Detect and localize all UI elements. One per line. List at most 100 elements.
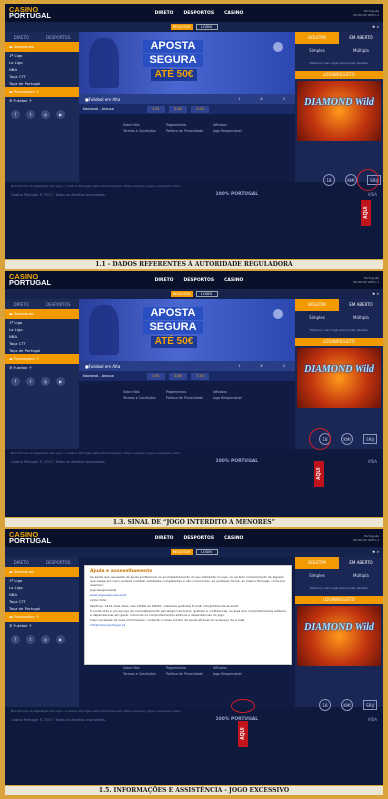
instagram-icon[interactable]: ◎: [41, 635, 50, 644]
sidebar-item-highlights[interactable]: ▬ Destaques: [5, 567, 79, 577]
odd-button[interactable]: 3.50: [191, 372, 209, 380]
search-icon[interactable]: ⌕: [377, 24, 379, 29]
odd-button[interactable]: 2.80: [169, 105, 187, 113]
tab-em-aberto[interactable]: EM ABERTO: [339, 299, 383, 311]
sidebar-item[interactable]: NBA: [5, 591, 79, 598]
sidebar-item-highlights[interactable]: ▬ Destaques: [5, 309, 79, 319]
youtube-icon[interactable]: ▶: [56, 110, 65, 119]
youtube-icon[interactable]: ▶: [56, 635, 65, 644]
age-18-icon[interactable]: 18: [319, 699, 331, 711]
star-icon[interactable]: ★: [372, 549, 376, 554]
tab-em-aberto[interactable]: EM ABERTO: [339, 557, 383, 569]
sidebar-item-promotions[interactable]: ▬ Promoções ＋: [5, 612, 79, 622]
twitter-icon[interactable]: t: [26, 377, 35, 386]
logo[interactable]: CASINO PORTUGAL: [9, 273, 51, 287]
nav-direto[interactable]: DIRETO: [155, 11, 174, 16]
tab-direto[interactable]: DIRETO: [14, 302, 29, 307]
srij-icon[interactable]: SRIJ: [363, 434, 377, 444]
tab-desportos[interactable]: DESPORTOS: [46, 302, 70, 307]
sidebar-item[interactable]: 1ª Liga: [5, 52, 79, 59]
sidebar-item[interactable]: La Liga: [5, 59, 79, 66]
promo-banner[interactable]: APOSTA SEGURA ATÉ 50€: [79, 299, 295, 361]
nav-desportos[interactable]: DESPORTOS: [183, 536, 214, 541]
register-button[interactable]: REGISTAR: [170, 24, 193, 30]
sidebar-item[interactable]: La Liga: [5, 584, 79, 591]
kmi-icon[interactable]: KMI: [341, 433, 353, 445]
slot-game-banner[interactable]: DIAMOND Wild: [297, 348, 381, 408]
star-icon[interactable]: ★: [372, 291, 376, 296]
match-name[interactable]: Nacional - Arouca: [83, 374, 143, 378]
sidebar-item-football[interactable]: ✲ Futebol ＋: [5, 622, 79, 629]
sidebar-item-promotions[interactable]: ▬ Promoções ＋: [5, 354, 79, 364]
nav-casino[interactable]: CASINO: [224, 536, 243, 541]
language-clock[interactable]: Português 00:00:00 GMT+1: [351, 9, 379, 17]
instagram-icon[interactable]: ◎: [41, 377, 50, 386]
register-button[interactable]: REGISTAR: [170, 291, 193, 297]
sidebar-item[interactable]: Taça CTT: [5, 73, 79, 80]
sidebar-item[interactable]: La Liga: [5, 326, 79, 333]
login-register-button[interactable]: LOGIN/REGISTO: [295, 596, 383, 604]
tab-boletim[interactable]: BOLETIM: [295, 32, 339, 44]
sidebar-item-highlights[interactable]: ▬ Destaques: [5, 42, 79, 52]
tab-direto[interactable]: DIRETO: [14, 560, 29, 565]
twitter-icon[interactable]: t: [26, 635, 35, 644]
search-icon[interactable]: ⌕: [377, 549, 379, 554]
tab-direto[interactable]: DIRETO: [14, 35, 29, 40]
language-clock[interactable]: Português 00:00:00 GMT+1: [351, 276, 379, 284]
login-button[interactable]: LOGIN: [195, 24, 218, 30]
simples-option[interactable]: Simples: [309, 48, 325, 53]
tab-boletim[interactable]: BOLETIM: [295, 557, 339, 569]
tab-desportos[interactable]: DESPORTOS: [46, 560, 70, 565]
sidebar-item-football[interactable]: ✲ Futebol ＋: [5, 97, 79, 104]
odd-button[interactable]: 2.80: [169, 372, 187, 380]
star-icon[interactable]: ★: [372, 24, 376, 29]
facebook-icon[interactable]: f: [11, 377, 20, 386]
youtube-icon[interactable]: ▶: [56, 377, 65, 386]
odd-button[interactable]: 3.50: [191, 105, 209, 113]
sidebar-item[interactable]: NBA: [5, 333, 79, 340]
multipla-option[interactable]: Múltipla: [353, 573, 369, 578]
tab-boletim[interactable]: BOLETIM: [295, 299, 339, 311]
slot-game-banner[interactable]: DIAMOND Wild: [297, 81, 381, 141]
facebook-icon[interactable]: f: [11, 635, 20, 644]
promo-banner[interactable]: APOSTA SEGURA ATÉ 50€: [79, 32, 295, 94]
sidebar-item-football[interactable]: ✲ Futebol ＋: [5, 364, 79, 371]
help-email-link[interactable]: info@casinoportugal.pt: [90, 624, 286, 628]
nav-desportos[interactable]: DESPORTOS: [183, 278, 214, 283]
odd-button[interactable]: 1.91: [147, 372, 165, 380]
multipla-option[interactable]: Múltipla: [353, 48, 369, 53]
login-register-button[interactable]: LOGIN/REGISTO: [295, 71, 383, 79]
simples-option[interactable]: Simples: [309, 573, 325, 578]
login-button[interactable]: LOGIN: [195, 549, 218, 555]
logo[interactable]: CASINO PORTUGAL: [9, 6, 51, 20]
kmi-icon[interactable]: KMI: [345, 174, 357, 186]
sidebar-item[interactable]: 1ª Liga: [5, 319, 79, 326]
sidebar-item[interactable]: Taça de Portugal: [5, 347, 79, 354]
match-name[interactable]: Nacional - Arouca: [83, 107, 143, 111]
search-icon[interactable]: ⌕: [377, 291, 379, 296]
multipla-option[interactable]: Múltipla: [353, 315, 369, 320]
nav-direto[interactable]: DIRETO: [155, 278, 174, 283]
age-18-icon[interactable]: 18: [323, 174, 335, 186]
language-clock[interactable]: Português 00:00:00 GMT+1: [351, 534, 379, 542]
help-link[interactable]: www.jogoresponsavel.pt: [90, 593, 286, 598]
tab-em-aberto[interactable]: EM ABERTO: [339, 32, 383, 44]
kmi-icon[interactable]: KMI: [341, 699, 353, 711]
sidebar-item-promotions[interactable]: ▬ Promoções ＋: [5, 87, 79, 97]
register-button[interactable]: REGISTAR: [170, 549, 193, 555]
srij-icon[interactable]: SRIJ: [363, 700, 377, 710]
nav-casino[interactable]: CASINO: [224, 278, 243, 283]
twitter-icon[interactable]: t: [26, 110, 35, 119]
sidebar-item[interactable]: Taça CTT: [5, 598, 79, 605]
sidebar-item[interactable]: Taça de Portugal: [5, 80, 79, 87]
tab-desportos[interactable]: DESPORTOS: [46, 35, 70, 40]
logo[interactable]: CASINO PORTUGAL: [9, 531, 51, 545]
sidebar-item[interactable]: Taça de Portugal: [5, 605, 79, 612]
slot-game-banner[interactable]: DIAMOND Wild: [297, 606, 381, 666]
nav-casino[interactable]: CASINO: [224, 11, 243, 16]
instagram-icon[interactable]: ◎: [41, 110, 50, 119]
login-button[interactable]: LOGIN: [195, 291, 218, 297]
odd-button[interactable]: 1.91: [147, 105, 165, 113]
nav-desportos[interactable]: DESPORTOS: [183, 11, 214, 16]
sidebar-item[interactable]: 1ª Liga: [5, 577, 79, 584]
